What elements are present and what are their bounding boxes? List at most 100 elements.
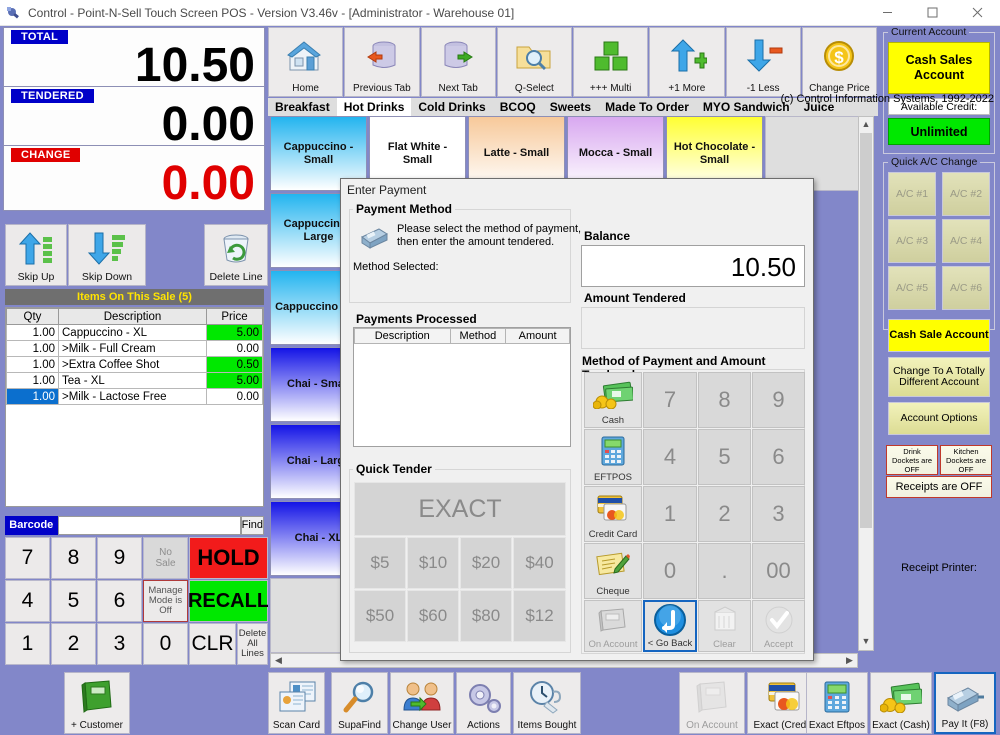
tab-breakfast[interactable]: Breakfast: [268, 98, 337, 116]
keypad-0[interactable]: 0: [143, 623, 188, 665]
account-slot-2[interactable]: A/C #2: [942, 172, 990, 216]
keypad-5[interactable]: 5: [51, 580, 96, 622]
numpad-5[interactable]: 5: [698, 429, 751, 485]
account-slot-5[interactable]: A/C #5: [888, 266, 936, 310]
previous-tab-button[interactable]: Previous Tab: [344, 27, 420, 97]
barcode-input[interactable]: [57, 516, 241, 535]
kitchen-dockets-button[interactable]: Kitchen Dockets are OFF: [940, 445, 992, 475]
scroll-down-icon[interactable]: ▼: [859, 634, 873, 650]
account-options-button[interactable]: Account Options: [888, 402, 990, 435]
home-button[interactable]: Home: [268, 27, 344, 97]
toolbar-supafind-button[interactable]: SupaFind: [331, 672, 388, 734]
numpad-7[interactable]: 7: [643, 372, 697, 428]
quick-tender-80[interactable]: $80: [460, 590, 512, 642]
method-eftpos-button[interactable]: EFTPOS: [584, 429, 642, 485]
delete-line-button[interactable]: Delete Line: [204, 224, 268, 286]
change-price-button[interactable]: $ Change Price: [801, 27, 877, 97]
quick-tender-10[interactable]: $10: [407, 537, 459, 589]
method-cash-button[interactable]: Cash: [584, 372, 642, 428]
tab-cold-drinks[interactable]: Cold Drinks: [411, 98, 493, 116]
cash-sale-account-button[interactable]: Cash Sale Account: [888, 319, 990, 352]
keypad-2[interactable]: 2: [51, 623, 96, 665]
keypad-7[interactable]: 7: [5, 537, 50, 579]
skip-down-button[interactable]: Skip Down: [68, 224, 146, 286]
clear-button[interactable]: CLR: [189, 623, 236, 665]
numpad-2[interactable]: 2: [698, 486, 751, 542]
toolbar-exact-eftpos-button[interactable]: Exact Eftpos: [806, 672, 868, 734]
toolbar-pay-it-f8--button[interactable]: Pay It (F8): [934, 672, 996, 734]
tab-made-to-order[interactable]: Made To Order: [598, 98, 696, 116]
account-slot-1[interactable]: A/C #1: [888, 172, 936, 216]
quick-tender-12[interactable]: $12: [513, 590, 566, 642]
table-row[interactable]: 1.00 Cappuccino - XL 5.00: [6, 324, 263, 341]
table-row[interactable]: 1.00 >Milk - Lactose Free 0.00: [6, 388, 263, 405]
scroll-thumb[interactable]: [860, 133, 872, 528]
table-row[interactable]: 1.00 >Milk - Full Cream 0.00: [6, 340, 263, 357]
numpad-0[interactable]: 0: [643, 543, 697, 599]
toolbar-exact-cash--button[interactable]: Exact (Cash): [870, 672, 932, 734]
scroll-left-icon[interactable]: ◀: [271, 654, 286, 667]
sale-items-grid[interactable]: Qty Description Price 1.00 Cappuccino - X…: [5, 307, 264, 507]
method-cheque-button[interactable]: Cheque: [584, 543, 642, 599]
quick-tender-40[interactable]: $40: [513, 537, 566, 589]
keypad-6[interactable]: 6: [97, 580, 142, 622]
minus-one-button[interactable]: -1 Less: [725, 27, 801, 97]
quick-tender-50[interactable]: $50: [354, 590, 406, 642]
multi-button[interactable]: +++ Multi: [573, 27, 649, 97]
change-account-button[interactable]: Change To A Totally Different Account: [888, 357, 990, 397]
quick-tender-20[interactable]: $20: [460, 537, 512, 589]
account-slot-3[interactable]: A/C #3: [888, 219, 936, 263]
tab-sweets[interactable]: Sweets: [542, 98, 599, 116]
find-button[interactable]: Find: [240, 516, 264, 535]
quick-tender-5[interactable]: $5: [354, 537, 406, 589]
plus-one-button[interactable]: +1 More: [649, 27, 725, 97]
account-slot-6[interactable]: A/C #6: [942, 266, 990, 310]
numpad-6[interactable]: 6: [752, 429, 805, 485]
close-button[interactable]: [955, 0, 1000, 26]
maximize-button[interactable]: [910, 0, 955, 26]
keypad-3[interactable]: 3: [97, 623, 142, 665]
table-row[interactable]: 1.00 >Extra Coffee Shot 0.50: [6, 356, 263, 373]
product-vertical-scrollbar[interactable]: ▲ ▼: [858, 116, 874, 651]
recall-button[interactable]: RECALL: [188, 580, 269, 622]
go-back-button[interactable]: < Go Back: [643, 600, 697, 652]
keypad-8[interactable]: 8: [51, 537, 96, 579]
tab-bcoq[interactable]: BCOQ: [492, 98, 543, 116]
toolbar-items-bought-button[interactable]: Items Bought: [513, 672, 581, 734]
next-tab-button[interactable]: Next Tab: [420, 27, 496, 97]
numpad-3[interactable]: 3: [752, 486, 805, 542]
current-account-name[interactable]: Cash Sales Account: [888, 42, 990, 94]
toolbar-scan-card-button[interactable]: Scan Card: [268, 672, 325, 734]
numpad-double-zero[interactable]: 00: [752, 543, 805, 599]
receipts-button[interactable]: Receipts are OFF: [886, 476, 992, 498]
payments-processed-table-wrap[interactable]: Description Method Amount: [353, 327, 571, 447]
drink-dockets-button[interactable]: Drink Dockets are OFF: [886, 445, 938, 475]
manage-mode-button[interactable]: Manage Mode is Off: [143, 580, 188, 622]
numpad-decimal[interactable]: .: [698, 543, 751, 599]
scroll-up-icon[interactable]: ▲: [859, 117, 873, 133]
numpad-4[interactable]: 4: [643, 429, 697, 485]
tab-hot-drinks[interactable]: Hot Drinks: [336, 98, 412, 116]
quick-tender-exact-button[interactable]: EXACT: [354, 482, 566, 536]
numpad-1[interactable]: 1: [643, 486, 697, 542]
q-select-button[interactable]: Q-Select: [496, 27, 572, 97]
keypad-4[interactable]: 4: [5, 580, 50, 622]
numpad-9[interactable]: 9: [752, 372, 805, 428]
keypad-1[interactable]: 1: [5, 623, 50, 665]
account-slot-4[interactable]: A/C #4: [942, 219, 990, 263]
toolbar--customer-button[interactable]: + Customer: [64, 672, 130, 734]
method-credit-card-button[interactable]: Credit Card: [584, 486, 642, 542]
toolbar-actions-button[interactable]: Actions: [456, 672, 511, 734]
skip-up-button[interactable]: Skip Up: [5, 224, 67, 286]
quick-tender-60[interactable]: $60: [407, 590, 459, 642]
table-row[interactable]: 1.00 Tea - XL 5.00: [6, 372, 263, 389]
keypad-9[interactable]: 9: [97, 537, 142, 579]
numpad-8[interactable]: 8: [698, 372, 751, 428]
toolbar-change-user-button[interactable]: Change User: [390, 672, 454, 734]
hold-button[interactable]: HOLD: [189, 537, 268, 579]
amount-tendered-field[interactable]: [581, 307, 805, 349]
minimize-button[interactable]: [865, 0, 910, 26]
no-sale-button[interactable]: No Sale: [143, 537, 188, 579]
scroll-right-icon[interactable]: ▶: [842, 654, 857, 667]
delete-all-lines-button[interactable]: Delete All Lines: [237, 623, 268, 665]
